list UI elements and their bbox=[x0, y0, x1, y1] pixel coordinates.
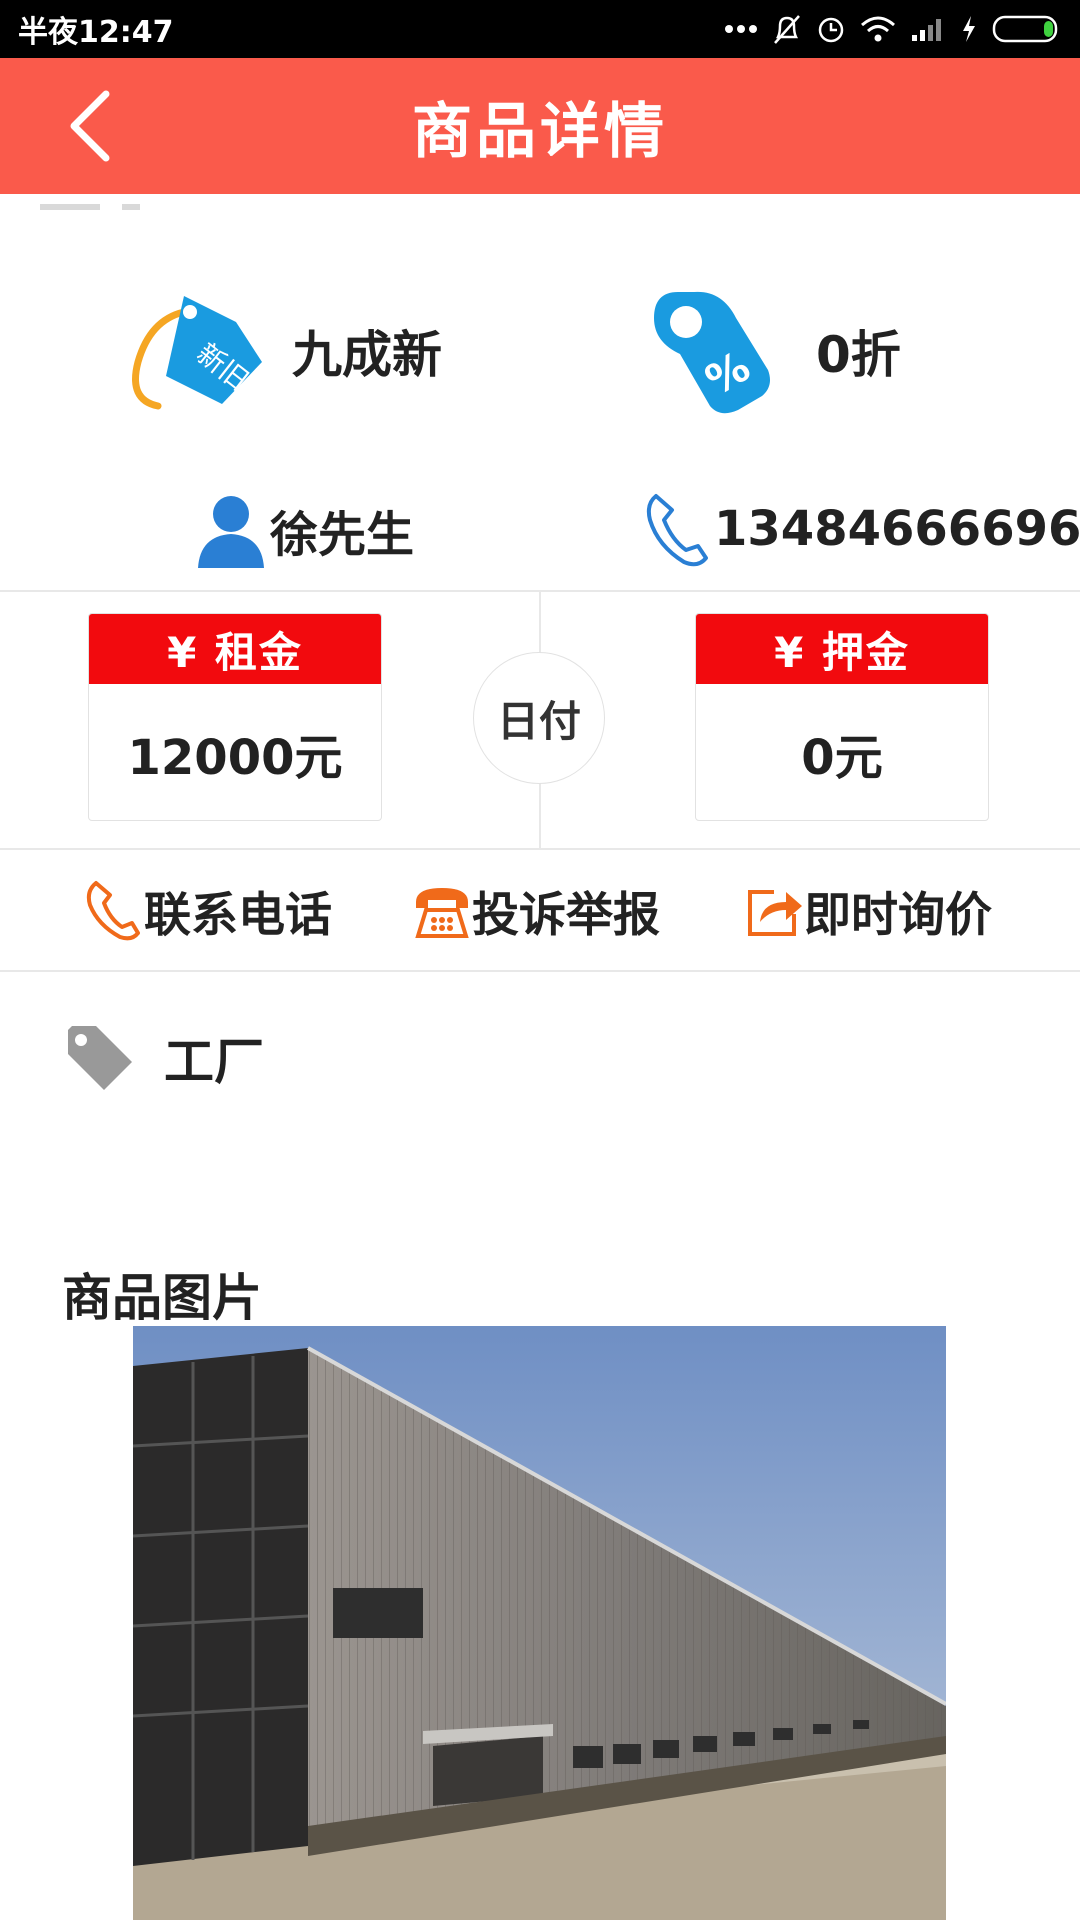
app-bar: 商品详情 bbox=[0, 58, 1080, 194]
signal-icon bbox=[912, 19, 941, 41]
contact-phone-row[interactable]: 13484666696 bbox=[644, 490, 1080, 568]
person-icon bbox=[198, 496, 264, 568]
back-arrow-icon[interactable] bbox=[62, 88, 122, 164]
action-label: 联系电话 bbox=[144, 887, 332, 943]
category-row: 工厂 bbox=[64, 1022, 264, 1094]
rent-value: 12000元 bbox=[127, 730, 343, 786]
rent-card: ¥ 租金 12000元 bbox=[88, 613, 382, 821]
category-label: 工厂 bbox=[164, 1033, 264, 1091]
discount-label: 0折 bbox=[816, 326, 901, 384]
payment-period-badge: 日付 bbox=[473, 652, 605, 784]
share-icon bbox=[748, 890, 802, 936]
action-label: 投诉举报 bbox=[472, 887, 660, 943]
factory-photo bbox=[133, 1326, 946, 1920]
wifi-icon bbox=[861, 16, 895, 42]
charging-icon bbox=[963, 16, 975, 42]
contact-name: 徐先生 bbox=[270, 507, 415, 563]
condition-info: 新旧 九成新 bbox=[126, 292, 442, 410]
images-section-title: 商品图片 bbox=[62, 1269, 262, 1327]
discount-tag-icon: % bbox=[654, 291, 770, 414]
deposit-label: ¥ 押金 bbox=[696, 614, 988, 684]
scrolled-content-remnant bbox=[40, 194, 280, 218]
tag-icon bbox=[68, 1026, 132, 1090]
divider bbox=[0, 848, 1080, 850]
product-image[interactable] bbox=[133, 1326, 946, 1920]
deposit-card: ¥ 押金 0元 bbox=[695, 613, 989, 821]
inquiry-button[interactable]: 即时询价 bbox=[746, 875, 992, 945]
telephone-icon bbox=[415, 888, 469, 938]
battery-icon bbox=[992, 15, 1058, 43]
price-tag-icon: 新旧 bbox=[132, 296, 262, 410]
alarm-icon bbox=[818, 17, 844, 43]
rent-label: ¥ 租金 bbox=[89, 614, 381, 684]
status-icons bbox=[724, 13, 1062, 45]
discount-info: % 0折 bbox=[650, 284, 901, 418]
status-bar: 半夜12:47 bbox=[0, 0, 1080, 58]
contact-phone-button[interactable]: 联系电话 bbox=[86, 875, 332, 945]
action-label: 即时询价 bbox=[804, 887, 992, 943]
contact-name-row: 徐先生 bbox=[194, 492, 414, 568]
phone-icon bbox=[646, 494, 708, 567]
phone-icon bbox=[86, 881, 140, 941]
status-time: 半夜12:47 bbox=[18, 15, 174, 50]
report-button[interactable]: 投诉举报 bbox=[412, 875, 660, 945]
divider bbox=[0, 970, 1080, 972]
more-dots-icon bbox=[725, 25, 757, 33]
contact-phone[interactable]: 13484666696 bbox=[714, 501, 1080, 557]
page-title: 商品详情 bbox=[412, 96, 668, 167]
condition-label: 九成新 bbox=[292, 326, 442, 384]
mute-bell-icon bbox=[774, 15, 800, 44]
deposit-value: 0元 bbox=[801, 730, 883, 786]
